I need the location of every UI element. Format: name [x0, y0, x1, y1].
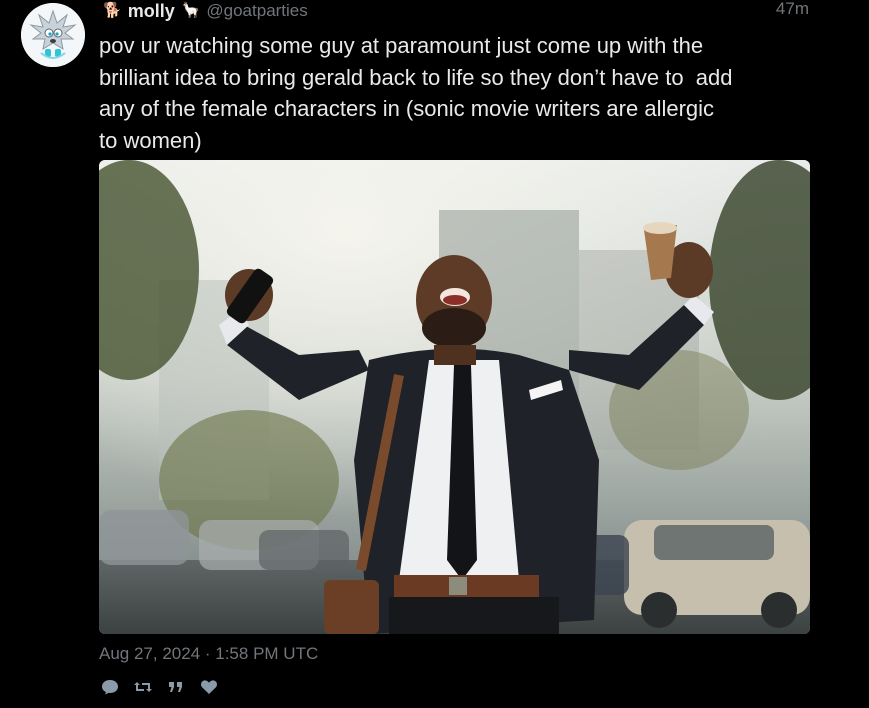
dog-emoji: 🐕	[103, 2, 122, 19]
tweet-date[interactable]: Aug 27, 2024 · 1:58 PM UTC	[99, 643, 318, 665]
tweet-header: 🐕 molly 🦙 @goatparties	[103, 0, 809, 22]
tweet-relative-time[interactable]: 47m	[776, 0, 809, 18]
user-handle[interactable]: @goatparties	[206, 2, 307, 20]
photo-celebrating-man	[99, 160, 810, 634]
reply-icon[interactable]	[99, 676, 121, 698]
like-icon[interactable]	[198, 676, 220, 698]
tweet-text: pov ur watching some guy at paramount ju…	[99, 33, 733, 153]
avatar[interactable]	[21, 3, 85, 67]
retweet-icon[interactable]	[132, 676, 154, 698]
tweet-photo[interactable]	[99, 160, 810, 634]
quote-icon[interactable]	[165, 676, 187, 698]
display-name[interactable]: molly	[128, 2, 175, 20]
tweet-actions	[99, 676, 231, 698]
tweet: 🐕 molly 🦙 @goatparties 47m pov ur watchi…	[0, 0, 869, 708]
avatar-image	[21, 3, 85, 67]
llama-emoji: 🦙	[181, 2, 201, 19]
